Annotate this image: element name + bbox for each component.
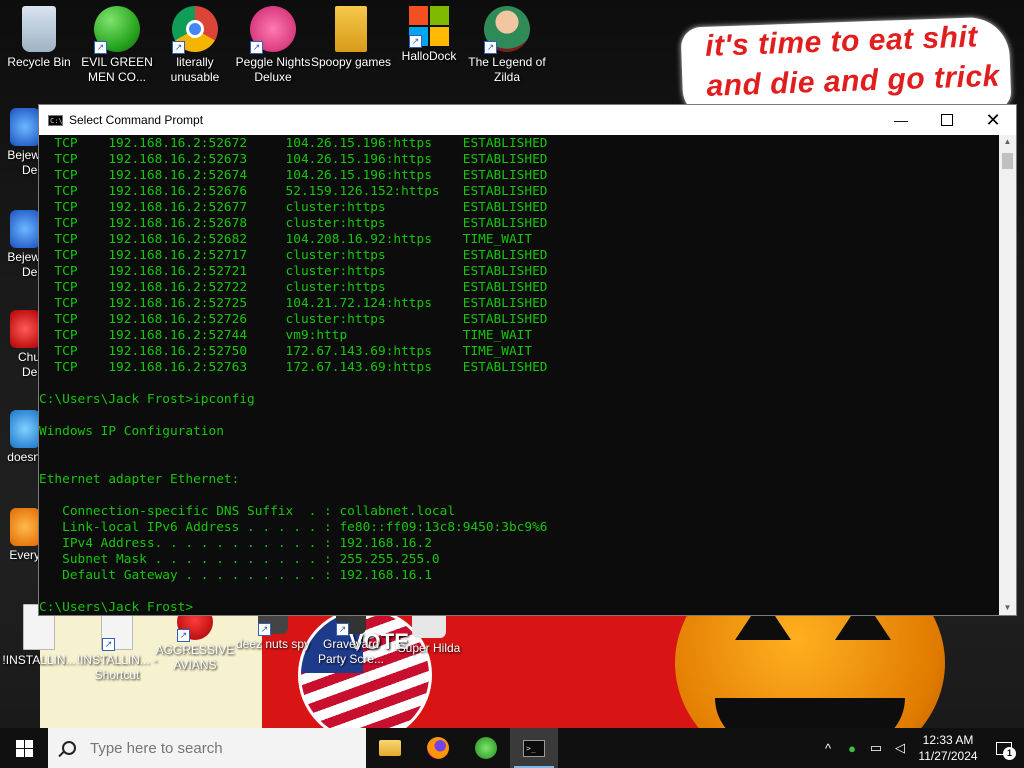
scroll-down-arrow-icon[interactable]: ▼ [999,601,1016,615]
recycle-bin-icon [22,6,56,52]
notification-button[interactable]: 1 [984,728,1024,768]
scrollbar-thumb[interactable] [1002,153,1013,169]
desktop-icon-doesn[interactable]: doesn [0,410,40,500]
command-prompt-icon: >_ [523,739,545,757]
windows-start-icon [15,739,33,757]
bejeweled-icon [10,210,40,248]
search-icon [62,741,76,755]
command-prompt-icon: C:\ [48,114,63,126]
folder-icon [335,6,367,52]
firefox-icon [427,737,449,759]
search-input[interactable] [88,738,342,758]
desktop-icon-bejeweled-1[interactable]: Bejew Del [0,108,40,198]
netstat-row: TCP 192.168.16.2:52674 104.26.15.196:htt… [39,168,548,183]
desktop-icon-peggle[interactable]: ↗ Peggle Nights Deluxe [231,6,315,85]
network-icon[interactable]: ▭ [864,740,888,756]
netstat-row: TCP 192.168.16.2:52677 cluster:https EST… [39,200,548,215]
desktop-icon-hallodock[interactable]: ↗ HalloDock [387,6,471,64]
netstat-row: TCP 192.168.16.2:52722 cluster:https EST… [39,280,548,295]
netstat-row: TCP 192.168.16.2:52676 52.159.126.152:ht… [39,184,548,199]
console-output[interactable]: TCP 192.168.16.2:52672 104.26.15.196:htt… [39,135,999,615]
adapter-heading: Ethernet adapter Ethernet: [39,472,240,487]
netstat-row: TCP 192.168.16.2:52750 172.67.143.69:htt… [39,344,533,359]
taskbar: >_ ^ ● ▭ ◁ 12:33 AM 11/27/2024 1 [0,728,1024,768]
minimize-button[interactable]: — [878,105,924,135]
volume-icon[interactable]: ◁ [888,740,912,756]
desktop-icon-green-men[interactable]: ↗ EVIL GREEN MEN CO... [75,6,159,85]
window-title: Select Command Prompt [69,113,204,127]
ip-config-row: IPv4 Address. . . . . . . . . . . : 192.… [39,536,432,551]
vertical-scrollbar[interactable]: ▲ ▼ [999,135,1016,615]
windows-logo-icon: ↗ [409,6,449,48]
desktop-icon-zilda[interactable]: ↗ The Legend of Zilda [465,6,549,85]
desktop-icon-chuzzle[interactable]: Chu Del [0,310,40,400]
chrome-icon: ↗ [172,6,218,54]
clock-time: 12:33 AM [922,733,974,747]
netstat-row: TCP 192.168.16.2:52744 vm9:http TIME_WAI… [39,328,533,343]
zilda-icon: ↗ [484,6,530,54]
bejeweled-icon [10,108,40,146]
command-prompt-window[interactable]: C:\ Select Command Prompt — ✕ TCP 192.16… [38,104,1017,616]
command-prompt-line: C:\Users\Jack Frost>ipconfig [39,392,255,407]
clock-date: 11/27/2024 [918,749,978,763]
chevron-up-icon[interactable]: ^ [816,741,840,756]
scroll-up-arrow-icon[interactable]: ▲ [999,135,1016,149]
system-tray: ^ ● ▭ ◁ 12:33 AM 11/27/2024 1 [816,728,1024,768]
ip-config-row: Default Gateway . . . . . . . . . : 192.… [39,568,432,583]
desktop-icon-chrome[interactable]: ↗ literally unusable [153,6,237,85]
netstat-row: TCP 192.168.16.2:52763 172.67.143.69:htt… [39,360,548,375]
taskbar-command-prompt[interactable]: >_ [510,728,558,768]
green-men-icon [475,737,497,759]
netstat-row: TCP 192.168.16.2:52721 cluster:https EST… [39,264,548,279]
netstat-row: TCP 192.168.16.2:52717 cluster:https EST… [39,248,548,263]
people-icon[interactable]: ● [840,741,864,756]
green-men-icon: ↗ [94,6,140,54]
desktop-icon-every[interactable]: Every [0,508,40,598]
ip-config-title: Windows IP Configuration [39,424,224,439]
app-icon [10,508,40,546]
window-titlebar[interactable]: C:\ Select Command Prompt — ✕ [39,105,1016,135]
maximize-button[interactable] [924,105,970,135]
close-button[interactable]: ✕ [970,105,1016,135]
netstat-row: TCP 192.168.16.2:52726 cluster:https EST… [39,312,548,327]
netstat-row: TCP 192.168.16.2:52725 104.21.72.124:htt… [39,296,548,311]
app-icon [10,410,40,448]
desktop-icon-spoopy-games[interactable]: Spoopy games [309,6,393,70]
start-button[interactable] [0,728,48,768]
desktop-icon-bejeweled-2[interactable]: Bejew Del [0,210,40,300]
taskbar-green-men[interactable] [462,728,510,768]
file-explorer-icon [379,740,401,756]
taskbar-file-explorer[interactable] [366,728,414,768]
chuzzle-icon [10,310,40,348]
ip-config-row: Link-local IPv6 Address . . . . . : fe80… [39,520,548,535]
peggle-icon: ↗ [250,6,296,54]
command-prompt-line: C:\Users\Jack Frost> [39,600,194,615]
netstat-row: TCP 192.168.16.2:52682 104.208.16.92:htt… [39,232,533,247]
netstat-row: TCP 192.168.16.2:52673 104.26.15.196:htt… [39,152,548,167]
taskbar-search[interactable] [48,728,366,768]
netstat-row: TCP 192.168.16.2:52672 104.26.15.196:htt… [39,136,548,151]
ip-config-row: Subnet Mask . . . . . . . . . . . : 255.… [39,552,440,567]
ip-config-row: Connection-specific DNS Suffix . : colla… [39,504,456,519]
taskbar-clock[interactable]: 12:33 AM 11/27/2024 [912,732,984,764]
notification-badge: 1 [1003,747,1016,760]
taskbar-firefox[interactable] [414,728,462,768]
desktop-icon-recycle-bin[interactable]: Recycle Bin [0,6,81,70]
netstat-row: TCP 192.168.16.2:52678 cluster:https EST… [39,216,548,231]
